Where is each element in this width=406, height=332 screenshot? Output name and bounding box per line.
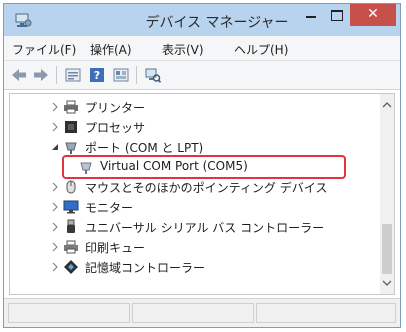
- expand-arrow-icon[interactable]: [51, 102, 59, 112]
- tree-item-monitors[interactable]: モニター: [10, 198, 370, 216]
- tree-item-label: ポート (COM と LPT): [85, 141, 204, 155]
- vertical-scrollbar[interactable]: [380, 94, 394, 294]
- scroll-up-icon[interactable]: [380, 98, 394, 112]
- print-queue-icon: [64, 240, 78, 254]
- device-manager-window: デバイス マネージャー ✕ ファイル(F) 操作(A) 表示(V) ヘルプ(H)…: [3, 3, 401, 328]
- tree-item-usb-controllers[interactable]: ユニバーサル シリアル バス コントローラー: [10, 218, 370, 236]
- tree-item-label: ユニバーサル シリアル バス コントローラー: [85, 221, 325, 235]
- properties-icon[interactable]: [64, 66, 82, 84]
- tree-item-print-queues[interactable]: 印刷キュー: [10, 238, 370, 256]
- usb-icon: [67, 219, 75, 233]
- tree-item-label: マウスとそのほかのポインティング デバイス: [85, 181, 328, 195]
- expand-arrow-icon[interactable]: [51, 182, 59, 192]
- menu-view[interactable]: 表示(V): [162, 41, 204, 58]
- collapse-arrow-icon[interactable]: [51, 142, 59, 152]
- scroll-down-icon[interactable]: [380, 276, 394, 290]
- toolbar: ?: [4, 61, 400, 90]
- status-bar: [4, 298, 400, 327]
- monitor-icon: [63, 200, 79, 214]
- mouse-icon: [66, 180, 76, 194]
- tree-item-label: モニター: [85, 201, 134, 215]
- expand-arrow-icon[interactable]: [51, 202, 59, 212]
- status-cell: [132, 303, 254, 323]
- scan-hardware-icon[interactable]: [144, 66, 162, 84]
- forward-arrow-icon[interactable]: [32, 66, 50, 84]
- tree-item-ports[interactable]: ポート (COM と LPT): [10, 138, 370, 156]
- expand-arrow-icon[interactable]: [51, 222, 59, 232]
- printer-icon: [64, 100, 78, 114]
- tree-item-processors[interactable]: プロセッサ: [10, 118, 370, 136]
- device-tree[interactable]: プリンター プロセッサ ポート (COM と LPT) Virtual COM …: [9, 93, 395, 295]
- title-bar[interactable]: デバイス マネージャー ✕: [4, 4, 400, 36]
- storage-controller-icon: [64, 260, 78, 274]
- tree-item-storage-controllers[interactable]: 記憶域コントローラー: [10, 258, 370, 276]
- tree-item-label: 印刷キュー: [85, 241, 146, 255]
- menu-action[interactable]: 操作(A): [90, 41, 132, 58]
- back-arrow-icon[interactable]: [10, 66, 28, 84]
- close-button[interactable]: ✕: [350, 4, 396, 26]
- port-icon: [65, 142, 77, 154]
- minimize-button[interactable]: [298, 4, 324, 26]
- view-icon[interactable]: [112, 66, 130, 84]
- maximize-button[interactable]: [324, 4, 350, 26]
- expand-arrow-icon[interactable]: [51, 262, 59, 272]
- menu-bar: ファイル(F) 操作(A) 表示(V) ヘルプ(H): [4, 36, 400, 61]
- expand-arrow-icon[interactable]: [51, 122, 59, 132]
- status-cell: [8, 303, 130, 323]
- tree-item-mice[interactable]: マウスとそのほかのポインティング デバイス: [10, 178, 370, 196]
- menu-help[interactable]: ヘルプ(H): [234, 41, 288, 58]
- expand-arrow-icon[interactable]: [51, 242, 59, 252]
- tree-item-label: プロセッサ: [85, 121, 146, 135]
- processor-icon: [65, 121, 77, 133]
- toolbar-separator: [136, 66, 137, 84]
- menu-file[interactable]: ファイル(F): [12, 41, 76, 58]
- tree-item-label: プリンター: [85, 101, 146, 115]
- tree-item-printers[interactable]: プリンター: [10, 98, 370, 116]
- close-icon: ✕: [367, 6, 379, 22]
- toolbar-separator: [56, 66, 57, 84]
- help-icon[interactable]: ?: [88, 66, 106, 84]
- tree-item-label: 記憶域コントローラー: [85, 261, 206, 275]
- status-cell: [256, 303, 396, 323]
- scroll-thumb[interactable]: [382, 224, 392, 274]
- highlight-outline: [62, 155, 346, 179]
- svg-text:?: ?: [94, 69, 100, 82]
